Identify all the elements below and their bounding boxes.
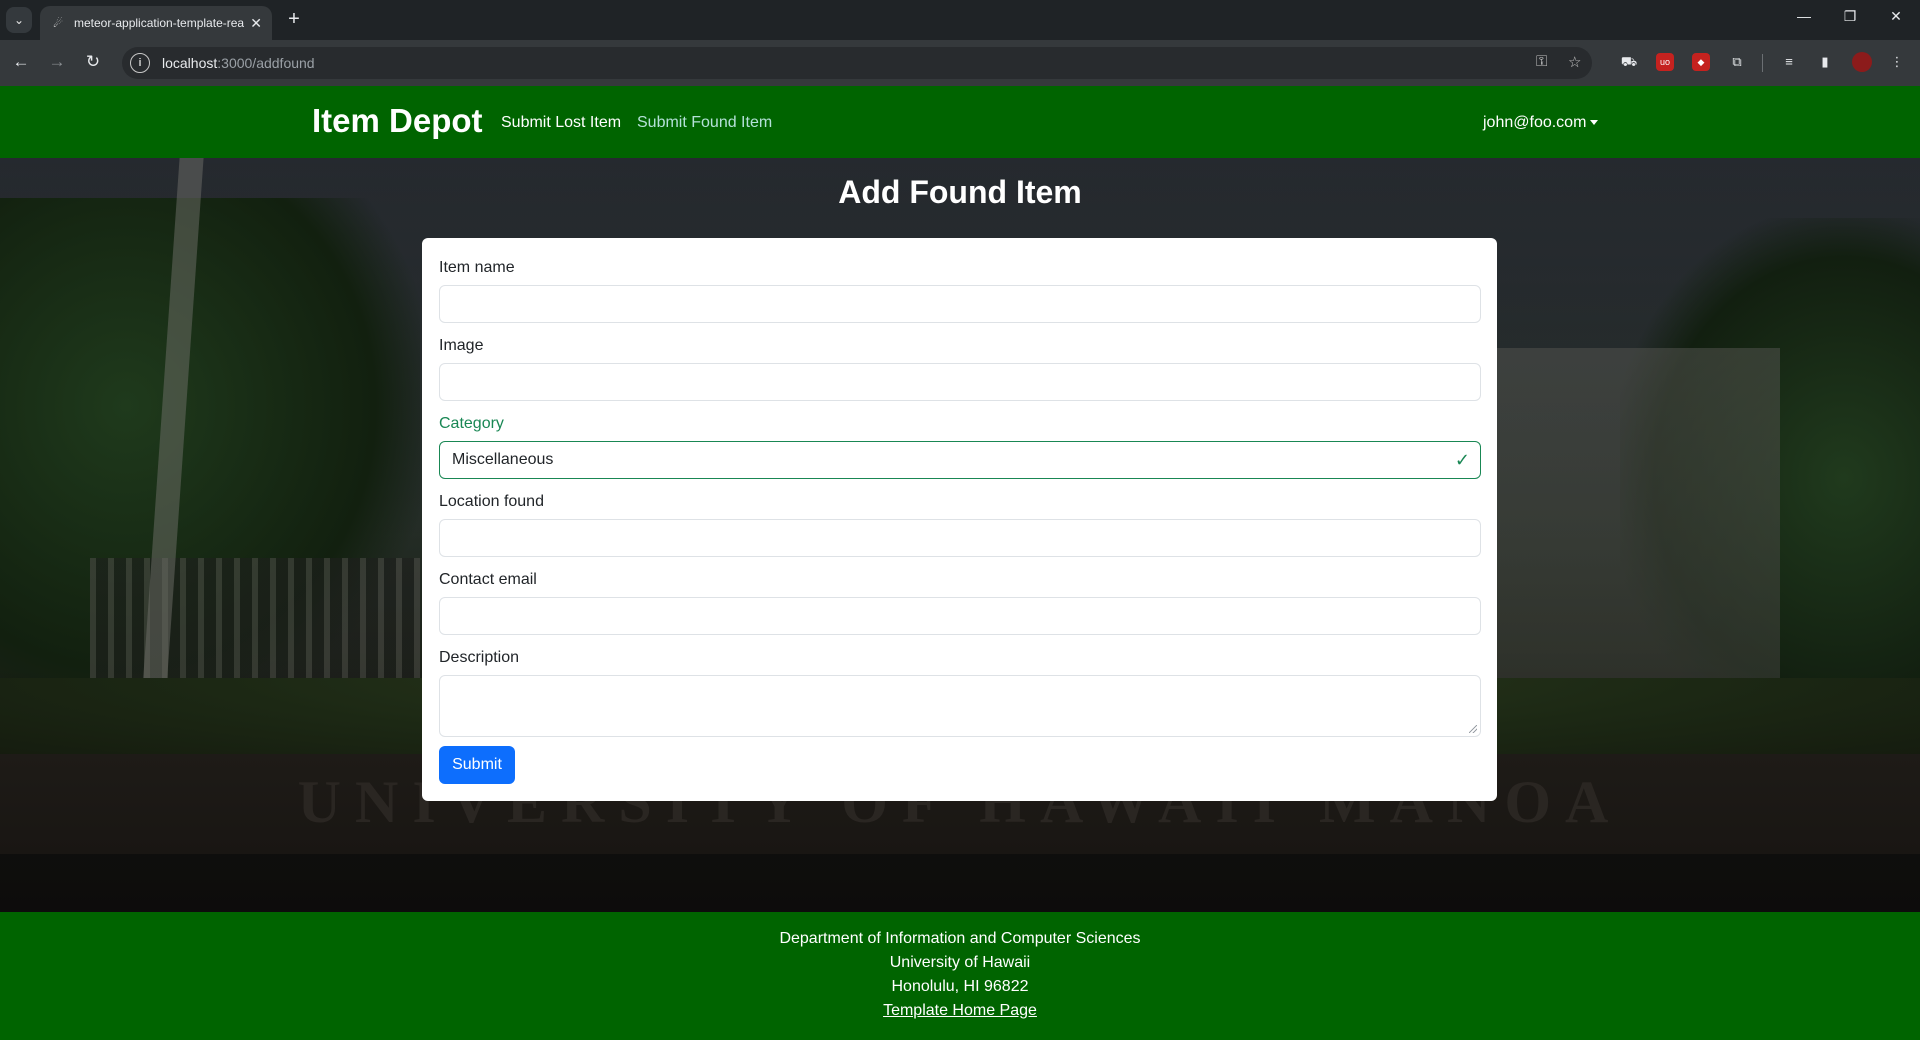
tab-title: meteor-application-template-react	[74, 16, 244, 30]
category-value: Miscellaneous	[452, 451, 554, 468]
close-window-icon[interactable]: ✕	[1876, 8, 1916, 25]
footer-university: University of Hawaii	[889, 954, 1031, 971]
forward-icon[interactable]: →	[45, 52, 69, 72]
menu-kebab-icon[interactable]: ⋮	[1888, 53, 1906, 71]
side-panel-icon[interactable]: ▮	[1816, 53, 1834, 71]
page-title: Add Found Item	[838, 174, 1082, 210]
user-dropdown[interactable]: john@foo.com	[1483, 114, 1599, 132]
location-group: Location found	[439, 493, 1481, 557]
back-icon[interactable]: ←	[9, 52, 33, 72]
template-home-link[interactable]: Template Home Page	[883, 1002, 1037, 1019]
footer-link-row: Template Home Page	[0, 1002, 1920, 1020]
browser-tab[interactable]: ☄ meteor-application-template-react ✕	[40, 6, 272, 40]
description-group: Description	[439, 649, 1481, 737]
minimize-icon[interactable]: —	[1784, 8, 1824, 24]
browser-tab-strip: ⌄ ☄ meteor-application-template-react ✕ …	[0, 0, 1920, 40]
meteor-favicon-icon: ☄	[53, 17, 63, 30]
image-input[interactable]	[439, 363, 1481, 401]
image-group: Image	[439, 337, 1481, 401]
nav-submit-found[interactable]: Submit Found Item	[637, 114, 772, 132]
description-label: Description	[439, 649, 520, 666]
media-control-icon[interactable]: ≡	[1780, 53, 1798, 71]
background-building	[1490, 348, 1780, 678]
new-tab-icon[interactable]: +	[282, 8, 306, 31]
extensions-puzzle-icon[interactable]: ⧉	[1728, 53, 1746, 71]
web-page: Item Depot Submit Lost Item Submit Found…	[0, 86, 1920, 1040]
address-url[interactable]: localhost:3000/addfound	[162, 55, 315, 71]
location-input[interactable]	[439, 519, 1481, 557]
contact-email-input[interactable]	[439, 597, 1481, 635]
extension-badge-icon[interactable]: ⛟	[1620, 53, 1638, 71]
item-name-group: Item name	[439, 259, 1481, 323]
hero-background: UNIVERSITY OF HAWAII MĀNOA Add Found Ite…	[0, 158, 1920, 912]
site-navbar: Item Depot Submit Lost Item Submit Found…	[0, 86, 1920, 158]
ublock-icon[interactable]: uo	[1656, 53, 1674, 71]
resize-handle-icon[interactable]	[1469, 725, 1477, 733]
contact-email-label: Contact email	[439, 571, 537, 588]
image-label: Image	[439, 337, 484, 354]
pocket-icon[interactable]: ◆	[1692, 53, 1710, 71]
brand-logo[interactable]: Item Depot	[312, 102, 483, 140]
location-label: Location found	[439, 493, 544, 510]
category-select[interactable]: Miscellaneous ✓	[439, 441, 1481, 479]
checkmark-icon: ✓	[1454, 450, 1470, 470]
category-group: Category Miscellaneous ✓	[439, 415, 1481, 479]
toolbar-divider	[1762, 54, 1763, 72]
bookmark-star-icon[interactable]: ☆	[1568, 53, 1581, 71]
contact-email-group: Contact email	[439, 571, 1481, 635]
password-key-icon[interactable]: ⚿	[1536, 53, 1547, 70]
tab-search-icon[interactable]: ⌄	[6, 7, 32, 33]
description-textarea[interactable]	[439, 675, 1481, 737]
reload-icon[interactable]: ↻	[81, 52, 105, 72]
add-found-item-form: Item name Image Category Miscellaneous ✓…	[422, 238, 1497, 801]
profile-avatar[interactable]	[1852, 52, 1872, 72]
category-label: Category	[439, 415, 504, 432]
footer-address: Honolulu, HI 96822	[891, 978, 1029, 995]
tab-close-icon[interactable]: ✕	[250, 15, 262, 32]
item-name-input[interactable]	[439, 285, 1481, 323]
restore-icon[interactable]: ❐	[1830, 8, 1870, 25]
nav-submit-lost[interactable]: Submit Lost Item	[501, 114, 621, 132]
item-name-label: Item name	[439, 259, 515, 276]
submit-button[interactable]: Submit	[439, 746, 515, 784]
address-bar[interactable]: i localhost:3000/addfound ⚿ ☆	[122, 47, 1592, 79]
user-email: john@foo.com	[1483, 114, 1587, 131]
site-footer: Department of Information and Computer S…	[0, 912, 1920, 1040]
site-info-icon[interactable]: i	[130, 53, 150, 73]
browser-toolbar: ← → ↻ i localhost:3000/addfound ⚿ ☆ ⛟ uo…	[0, 40, 1920, 86]
footer-department: Department of Information and Computer S…	[779, 930, 1141, 947]
caret-down-icon	[1590, 120, 1599, 126]
